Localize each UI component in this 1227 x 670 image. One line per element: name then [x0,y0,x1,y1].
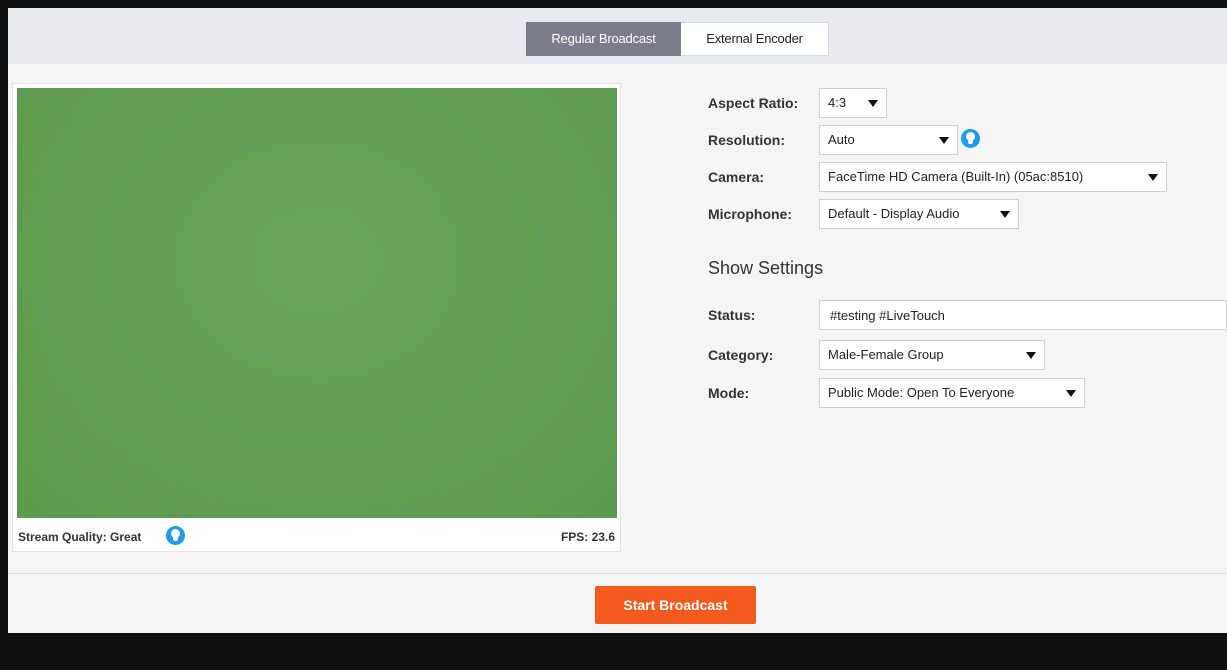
resolution-value: Auto [828,132,855,147]
microphone-label: Microphone: [708,206,792,222]
footer-divider [8,573,1227,574]
tab-external-encoder[interactable]: External Encoder [681,22,829,56]
camera-preview-panel: Stream Quality: Great FPS: 23.6 [12,83,621,552]
camera-preview-video [17,88,617,518]
category-select[interactable]: Male-Female Group [819,340,1045,370]
mode-select[interactable]: Public Mode: Open To Everyone [819,378,1085,408]
tab-bar: Regular Broadcast External Encoder [8,8,1227,64]
resolution-select[interactable]: Auto [819,125,958,155]
chevron-down-icon [868,100,878,107]
status-input[interactable] [819,300,1227,330]
chevron-down-icon [1026,352,1036,359]
mode-value: Public Mode: Open To Everyone [828,385,1015,400]
chevron-down-icon [1000,211,1010,218]
chevron-down-icon [1066,390,1076,397]
camera-value: FaceTime HD Camera (Built-In) (05ac:8510… [828,169,1084,184]
category-value: Male-Female Group [828,347,944,362]
show-settings-heading: Show Settings [708,258,824,278]
aspect-ratio-value: 4:3 [828,95,847,110]
aspect-ratio-select[interactable]: 4:3 [819,88,887,118]
microphone-select[interactable]: Default - Display Audio [819,199,1019,229]
stream-quality-info-icon[interactable] [166,526,185,545]
aspect-ratio-label: Aspect Ratio: [708,95,799,111]
stream-quality-text: Stream Quality: Great [18,530,142,544]
microphone-value: Default - Display Audio [828,206,960,221]
status-label: Status: [708,307,756,323]
camera-label: Camera: [708,169,765,185]
resolution-label: Resolution: [708,132,785,148]
start-broadcast-button[interactable]: Start Broadcast [595,586,756,624]
chevron-down-icon [939,137,949,144]
mode-label: Mode: [708,385,750,401]
category-label: Category: [708,347,774,363]
broadcast-panel: Regular Broadcast External Encoder Strea… [8,8,1227,633]
resolution-info-icon[interactable] [961,129,980,148]
camera-select[interactable]: FaceTime HD Camera (Built-In) (05ac:8510… [819,162,1167,192]
chevron-down-icon [1148,174,1158,181]
fps-readout: FPS: 23.6 [560,530,615,544]
tab-regular-broadcast[interactable]: Regular Broadcast [526,22,681,56]
